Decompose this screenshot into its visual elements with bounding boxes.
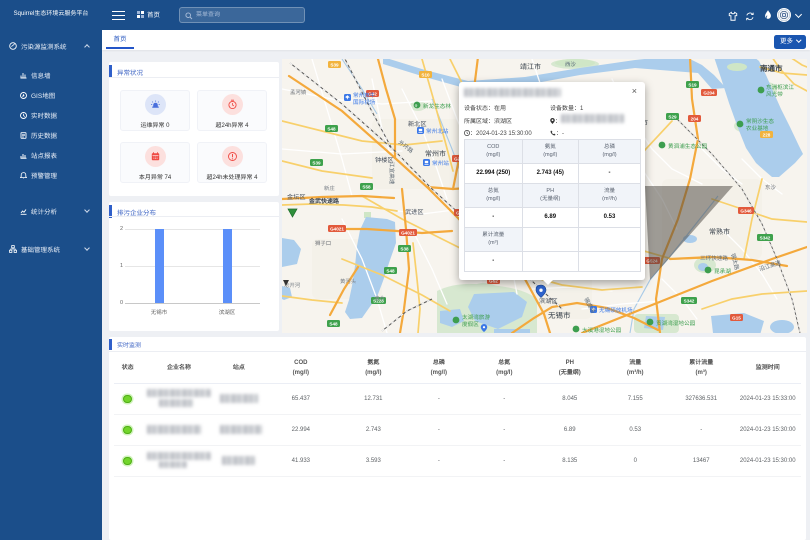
- svg-text:常州站: 常州站: [432, 160, 449, 167]
- svg-text:S19: S19: [688, 82, 697, 87]
- svg-text:度假区: 度假区: [462, 321, 479, 328]
- svg-text:东沙: 东沙: [765, 184, 776, 191]
- svg-text:常州市: 常州市: [425, 150, 446, 158]
- svg-text:常熟市: 常熟市: [709, 228, 730, 236]
- svg-text:228: 228: [763, 132, 771, 137]
- svg-text:S58: S58: [362, 184, 371, 189]
- svg-text:⚘: ⚘: [414, 104, 418, 109]
- svg-text:常州北站: 常州北站: [426, 128, 449, 135]
- svg-text:黄泗浦生态公园: 黄泗浦生态公园: [668, 143, 708, 150]
- svg-text:S48: S48: [327, 126, 336, 131]
- svg-text:东洲枢滨江: 东洲枢滨江: [766, 84, 794, 91]
- svg-text:黄河头: 黄河头: [340, 278, 357, 285]
- svg-text:昆承湖: 昆承湖: [714, 268, 731, 275]
- svg-text:新北区: 新北区: [408, 120, 427, 128]
- svg-text:国际机场: 国际机场: [353, 99, 376, 106]
- svg-text:无锡硕放机场: 无锡硕放机场: [599, 307, 633, 314]
- svg-text:金坛区: 金坛区: [287, 193, 306, 201]
- svg-text:贡湖湾湿地公园: 贡湖湾湿地公园: [656, 320, 696, 327]
- svg-text:204: 204: [691, 116, 699, 121]
- svg-text:G15: G15: [732, 315, 741, 320]
- svg-text:G4021: G4021: [330, 226, 344, 231]
- svg-text:孟河镇: 孟河镇: [290, 89, 307, 96]
- svg-text:太湖湾旅游: 太湖湾旅游: [462, 314, 490, 321]
- svg-text:金武快速路: 金武快速路: [308, 197, 340, 205]
- svg-text:三环快速路: 三环快速路: [700, 255, 728, 262]
- svg-text:大溪港湿地公园: 大溪港湿地公园: [582, 327, 622, 333]
- svg-text:漕仓: 漕仓: [374, 295, 385, 302]
- svg-text:武进区: 武进区: [405, 208, 424, 216]
- svg-text:S39: S39: [330, 62, 339, 67]
- svg-text:S38: S38: [400, 246, 409, 251]
- svg-text:S48: S48: [386, 268, 395, 273]
- svg-text:G346: G346: [740, 208, 752, 213]
- svg-text:常阴沙生态: 常阴沙生态: [746, 118, 774, 125]
- svg-text:江宜高速: 江宜高速: [388, 162, 395, 185]
- svg-text:无锡市: 无锡市: [548, 311, 571, 320]
- svg-text:西沙: 西沙: [565, 61, 576, 68]
- svg-text:S342: S342: [684, 298, 695, 303]
- svg-text:南通市: 南通市: [760, 64, 783, 73]
- svg-text:风光带: 风光带: [766, 91, 783, 98]
- svg-text:农业基地: 农业基地: [746, 125, 769, 132]
- svg-text:G4021: G4021: [401, 230, 415, 235]
- svg-text:S342: S342: [760, 235, 771, 240]
- svg-text:滨湖区: 滨湖区: [539, 297, 558, 305]
- svg-text:S29: S29: [668, 114, 677, 119]
- svg-text:G204: G204: [703, 90, 715, 95]
- svg-text:靖江市: 靖江市: [520, 63, 541, 71]
- svg-text:S39: S39: [312, 160, 321, 165]
- svg-text:狮子口: 狮子口: [315, 240, 331, 247]
- svg-text:S48: S48: [329, 321, 338, 326]
- svg-text:新庄: 新庄: [324, 185, 335, 192]
- svg-text:新龙生态林: 新龙生态林: [423, 103, 451, 110]
- svg-text:S10: S10: [421, 72, 430, 77]
- svg-text:常州奔牛: 常州奔牛: [353, 92, 376, 99]
